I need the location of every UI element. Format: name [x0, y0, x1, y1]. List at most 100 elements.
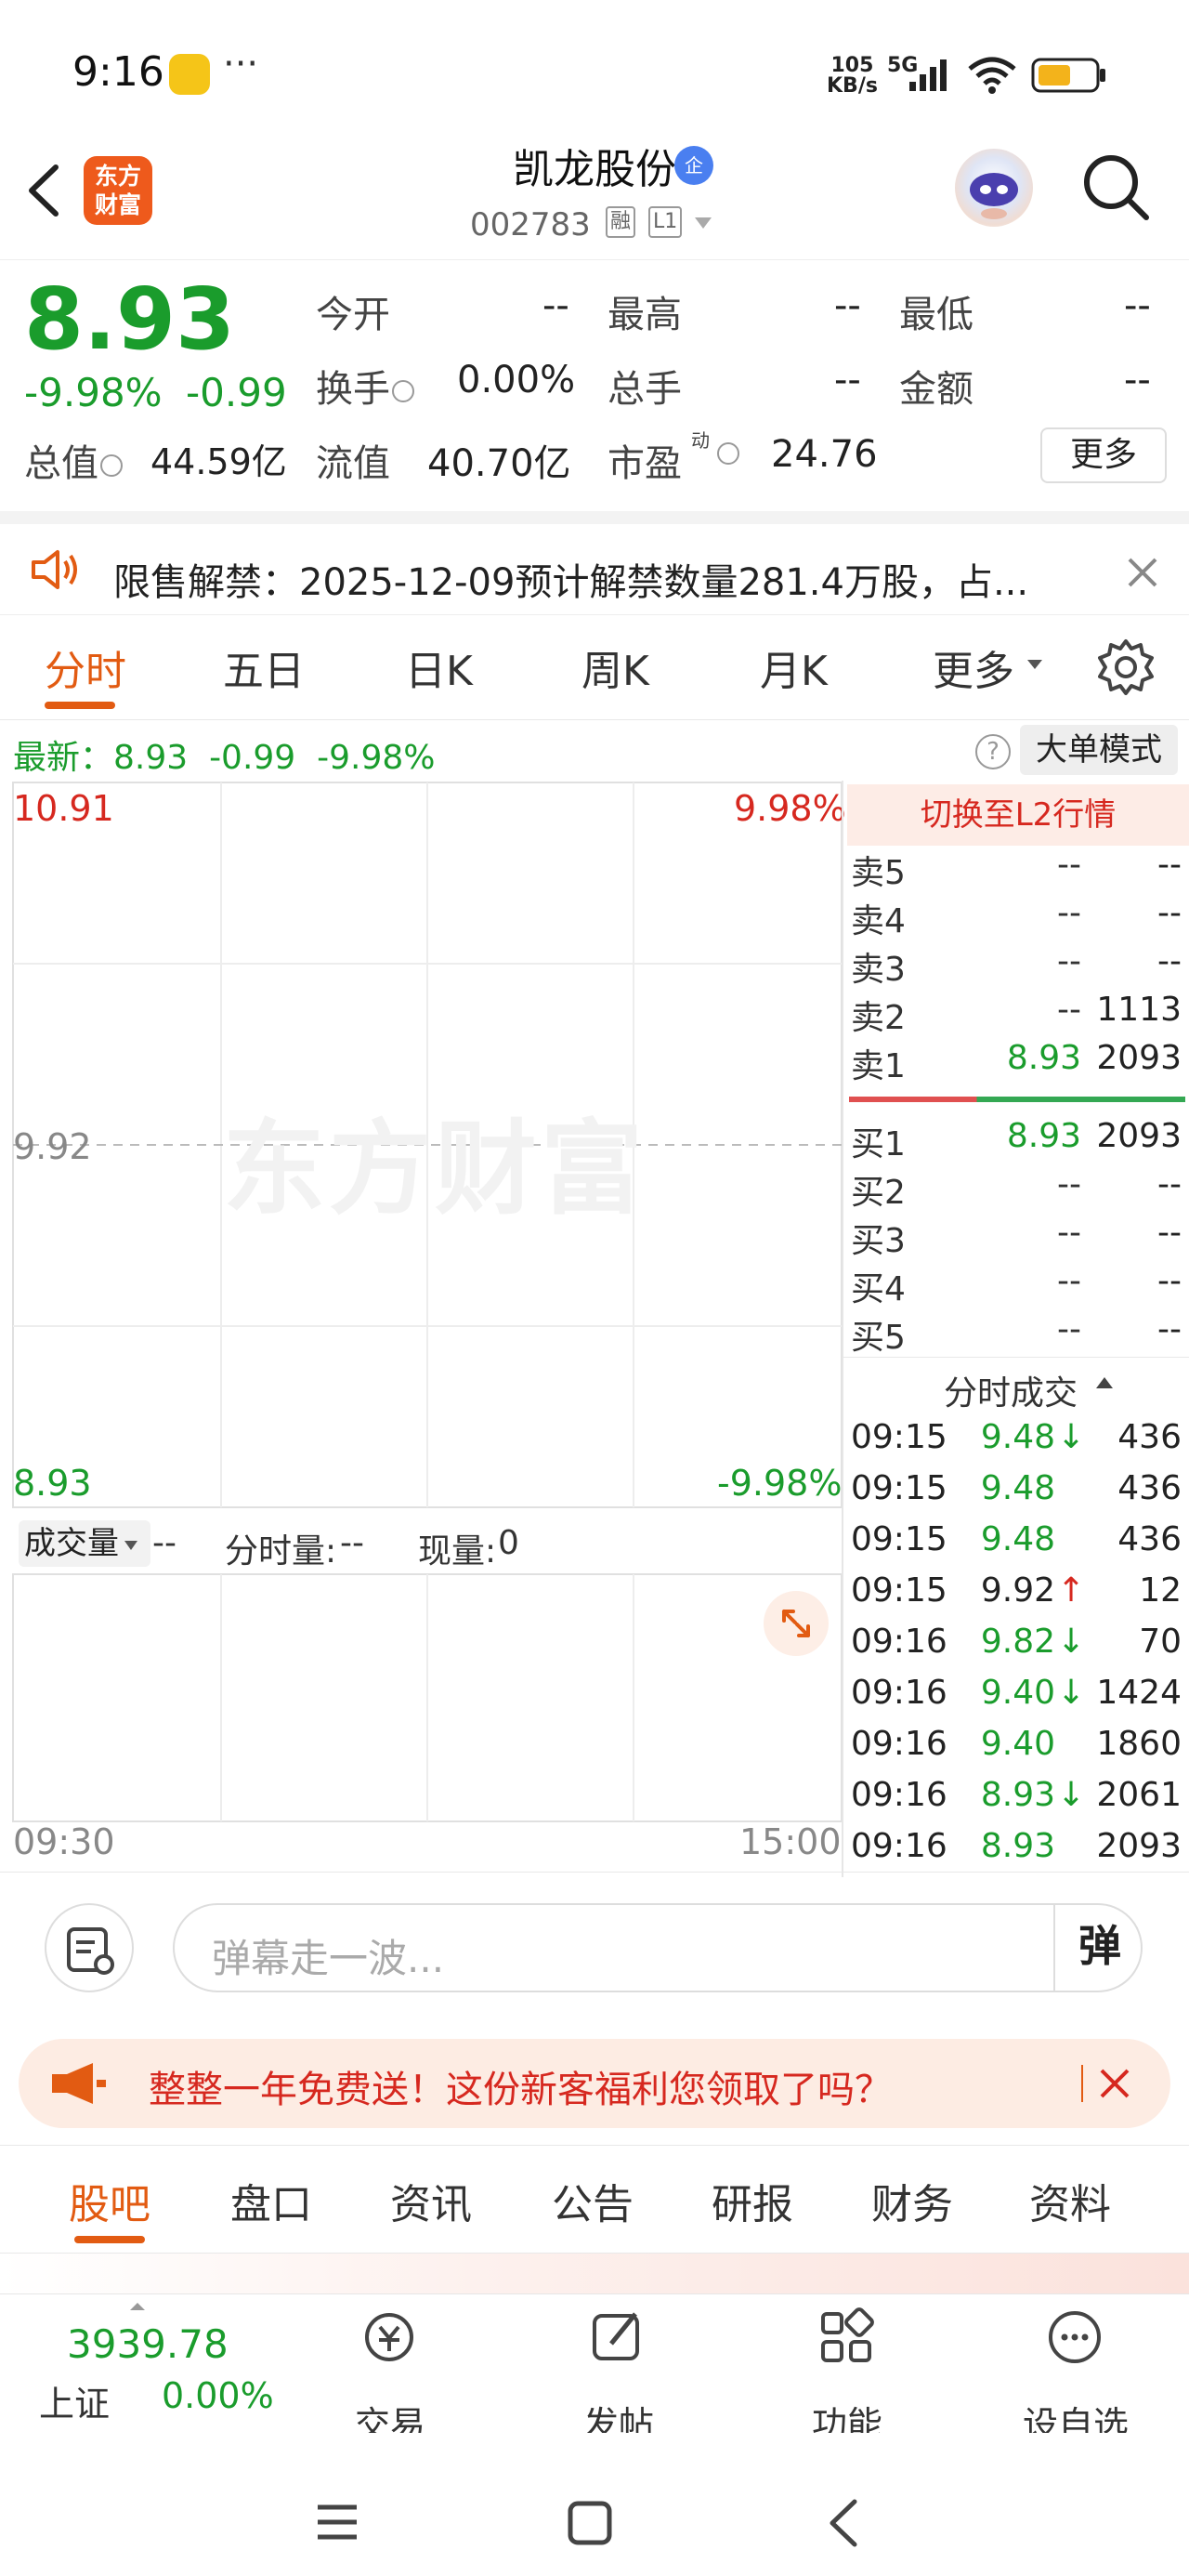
asks-row[interactable]: 卖1 8.93 2093: [849, 1039, 1185, 1087]
tick-row: 09:16 9.40 1860: [849, 1725, 1185, 1775]
bids-price: 8.93: [1006, 1117, 1081, 1155]
open-label: 今开: [316, 294, 390, 336]
system-nav-bar: [0, 2433, 1189, 2576]
danmu-input[interactable]: 弹幕走一波... 弹: [173, 1903, 1143, 1992]
bids-label: 买2: [851, 1174, 906, 1212]
amount-label: 金额: [899, 368, 973, 411]
asks-price: --: [1057, 846, 1081, 884]
bids-row[interactable]: 买3 -- --: [849, 1214, 1185, 1262]
tab-more[interactable]: 更多: [933, 637, 1014, 697]
level-dropdown-icon[interactable]: [693, 216, 713, 230]
current-price: 8.93: [24, 269, 235, 369]
tick-row: 09:16 9.40 ↓ 1424: [849, 1674, 1185, 1724]
x-axis-start: 09:30: [13, 1821, 115, 1862]
bids-row[interactable]: 买2 -- --: [849, 1165, 1185, 1214]
menu-nav-icon[interactable]: [314, 2502, 360, 2543]
index-value[interactable]: 3939.78: [67, 2321, 229, 2367]
tab-more-dropdown-icon[interactable]: [1026, 658, 1044, 671]
danmu-send-button[interactable]: 弹: [1053, 1903, 1144, 1992]
bids-row[interactable]: 买5 -- --: [849, 1310, 1185, 1359]
turnover-label-text: 换手: [316, 368, 390, 411]
tab-monthly-k[interactable]: 月K: [760, 637, 828, 697]
danmu-settings-button[interactable]: [45, 1903, 134, 1992]
content-peek: [0, 2254, 1189, 2293]
tab-daily-k[interactable]: 日K: [405, 637, 473, 697]
active-bottom-tab-indicator: [74, 2236, 145, 2243]
tick-price: 9.40: [980, 1674, 1055, 1712]
status-bar: 9:16 ··· 105 KB/s 5G: [0, 0, 1189, 139]
bids-volume: --: [1157, 1310, 1182, 1348]
index-change[interactable]: 0.00%: [162, 2375, 274, 2416]
level-tag[interactable]: L1: [648, 206, 683, 238]
notice-banner[interactable]: 限售解禁：2025-12-09预计解禁数量281.4万股，占...: [0, 511, 1189, 615]
tick-price: 9.48: [980, 1469, 1055, 1507]
home-nav-icon[interactable]: [567, 2500, 613, 2546]
promo-text: 整整一年免费送！这份新客福利您领取了吗？: [149, 2069, 892, 2111]
active-tab-indicator: [45, 702, 115, 709]
search-icon[interactable]: [1079, 151, 1154, 225]
tab-research[interactable]: 研报: [712, 2171, 793, 2230]
ticks-collapse-icon[interactable]: [1094, 1375, 1115, 1390]
pe-info-icon[interactable]: [717, 442, 739, 465]
tab-orderbook[interactable]: 盘口: [230, 2171, 312, 2230]
trade-icon[interactable]: [359, 2307, 420, 2368]
asks-volume: 1113: [1096, 991, 1182, 1029]
tab-financials[interactable]: 财务: [871, 2171, 953, 2230]
ai-robot-avatar[interactable]: [955, 149, 1033, 227]
tab-intraday[interactable]: 分时: [45, 637, 126, 697]
notice-text: 限售解禁：2025-12-09预计解禁数量281.4万股，占...: [113, 561, 1029, 604]
tab-five-day[interactable]: 五日: [223, 637, 305, 697]
promo-close-icon[interactable]: [1096, 2065, 1133, 2102]
tab-forum[interactable]: 股吧: [69, 2171, 150, 2230]
asks-row[interactable]: 卖4 -- --: [849, 894, 1185, 942]
index-name[interactable]: 上证: [39, 2375, 110, 2426]
asks-label: 卖4: [851, 902, 906, 940]
bids-label: 买4: [851, 1270, 906, 1308]
divider: [0, 1872, 1189, 1873]
cur-volume-label: 现量:: [418, 1532, 497, 1571]
asks-row[interactable]: 卖2 -- 1113: [849, 991, 1185, 1039]
settings-gear-icon[interactable]: [1096, 637, 1156, 697]
tick-direction: ↓: [1057, 1418, 1086, 1456]
add-watchlist-icon[interactable]: [1044, 2307, 1105, 2368]
index-expand-icon[interactable]: [128, 2301, 147, 2312]
bids-row[interactable]: 买1 8.93 2093: [849, 1117, 1185, 1165]
app-root: { "status": {"time":"9:16","more":"···",…: [0, 0, 1189, 2576]
volume-dropdown-icon[interactable]: [123, 1539, 139, 1552]
close-icon[interactable]: [1124, 554, 1161, 591]
tab-announcements[interactable]: 公告: [552, 2171, 634, 2230]
tick-time: 09:16: [851, 1623, 947, 1661]
bids-label: 买3: [851, 1222, 906, 1260]
ticks-title[interactable]: 分时成交: [944, 1366, 1078, 1414]
more-quote-button[interactable]: 更多: [1040, 427, 1167, 483]
latest-price: 8.93: [113, 739, 189, 777]
function-grid-icon[interactable]: [816, 2307, 877, 2368]
back-nav-icon[interactable]: [825, 2498, 862, 2548]
help-icon[interactable]: ?: [975, 734, 1011, 769]
asks-price: --: [1057, 942, 1081, 980]
post-edit-icon[interactable]: [587, 2307, 648, 2368]
expand-chart-button[interactable]: [764, 1591, 829, 1656]
asks-row[interactable]: 卖3 -- --: [849, 942, 1185, 991]
tick-volume: 2093: [1096, 1827, 1182, 1865]
asks-volume: 2093: [1096, 1039, 1182, 1077]
turnover-label: 换手: [316, 359, 414, 413]
tab-profile[interactable]: 资料: [1029, 2171, 1111, 2230]
chart-watermark: 东方财富: [223, 1110, 647, 1229]
turnover-info-icon[interactable]: [392, 380, 414, 402]
switch-l2-button[interactable]: 切换至L2行情: [847, 784, 1189, 846]
tab-weekly-k[interactable]: 周K: [581, 637, 649, 697]
min-volume-label: 分时量:: [225, 1532, 337, 1571]
eastmoney-logo[interactable]: 东方 财富: [84, 156, 152, 225]
asks-row[interactable]: 卖5 -- --: [849, 846, 1185, 894]
bids-label: 买1: [851, 1125, 906, 1163]
bids-row[interactable]: 买4 -- --: [849, 1262, 1185, 1310]
tick-direction: ↓: [1057, 1623, 1086, 1661]
tab-news[interactable]: 资讯: [390, 2171, 472, 2230]
intraday-chart[interactable]: [0, 781, 847, 1877]
promo-banner[interactable]: 整整一年免费送！这份新客福利您领取了吗？: [19, 2039, 1170, 2128]
big-order-mode-button[interactable]: 大单模式: [1020, 725, 1178, 775]
pe-value: 24.76: [771, 433, 878, 476]
mktcap-info-icon[interactable]: [100, 454, 123, 477]
back-arrow-icon[interactable]: [20, 158, 67, 223]
